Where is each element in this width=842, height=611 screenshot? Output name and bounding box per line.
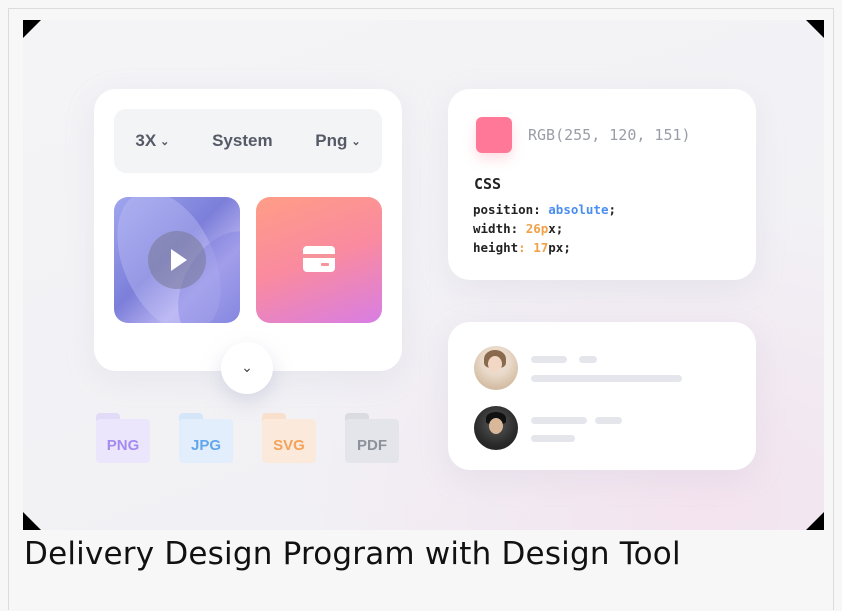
css-number: 26 [525,221,541,236]
export-toolbar: 3X ⌄ System Png ⌄ [114,109,382,173]
css-unit: x; [548,221,564,236]
play-icon[interactable] [148,231,206,289]
code-line-position: position: absolute; [473,200,616,219]
credit-card-icon [303,246,335,272]
folder-png[interactable]: PNG [96,413,150,463]
hero-image: 3X ⌄ System Png ⌄ ⌄ PNG JPG SVG PDF RGB(… [23,20,824,530]
folder-label: JPG [190,437,221,454]
folder-label: PNG [106,437,140,454]
chevron-down-icon: ⌄ [351,135,361,148]
folder-label: PDF [357,437,387,454]
code-line-width: width: 26px; [473,219,616,238]
format-value: Png [315,131,348,150]
css-property: height [473,240,519,255]
card-thumbnail[interactable] [256,197,382,323]
color-swatch[interactable] [476,117,512,153]
scale-select[interactable]: 3X ⌄ [135,131,169,151]
folder-label: SVG [273,437,305,454]
folder-svg[interactable]: SVG [262,413,316,463]
folder-body: JPG [179,419,233,463]
corner-mark [806,512,824,530]
skeleton-line [531,375,682,382]
css-value: absolute [548,202,609,217]
folder-body: PDF [345,419,399,463]
css-code: position: absolute; width: 26px; height:… [473,200,616,257]
corner-mark [806,20,824,38]
corner-mark [23,512,41,530]
mode-select[interactable]: System [212,131,272,151]
skeleton-line [595,417,622,424]
export-panel: 3X ⌄ System Png ⌄ [94,89,402,371]
image-caption: Delivery Design Program with Design Tool [24,536,681,572]
expand-button[interactable]: ⌄ [221,342,273,394]
css-terminator: ; [608,202,617,217]
scale-value: 3X [135,131,157,150]
skeleton-line [531,435,575,442]
css-property: width: [473,221,519,236]
chevron-down-icon: ⌄ [241,360,253,376]
folder-body: PNG [96,419,150,463]
skeleton-line [531,417,587,424]
format-select[interactable]: Png ⌄ [315,131,360,151]
mode-value: System [212,131,273,150]
css-unit: px; [548,240,571,255]
css-inspector-card: RGB(255, 120, 151) CSS position: absolut… [448,89,756,280]
rgb-value: RGB(255, 120, 151) [528,126,691,144]
css-number: 17 [533,240,549,255]
css-colon: : [518,240,526,255]
skeleton-line [531,356,567,363]
folder-jpg[interactable]: JPG [179,413,233,463]
folder-body: SVG [262,419,316,463]
user-list-card [448,322,756,470]
css-property: position: [473,202,541,217]
avatar[interactable] [474,346,518,390]
chevron-down-icon: ⌄ [160,135,170,148]
css-title: CSS [474,175,502,193]
corner-mark [23,20,41,38]
folder-pdf[interactable]: PDF [345,413,399,463]
face-decoration [489,418,503,434]
face-decoration [488,356,502,372]
avatar[interactable] [474,406,518,450]
code-line-height: height: 17px; [473,238,616,257]
skeleton-line [579,356,597,363]
video-thumbnail[interactable] [114,197,240,323]
